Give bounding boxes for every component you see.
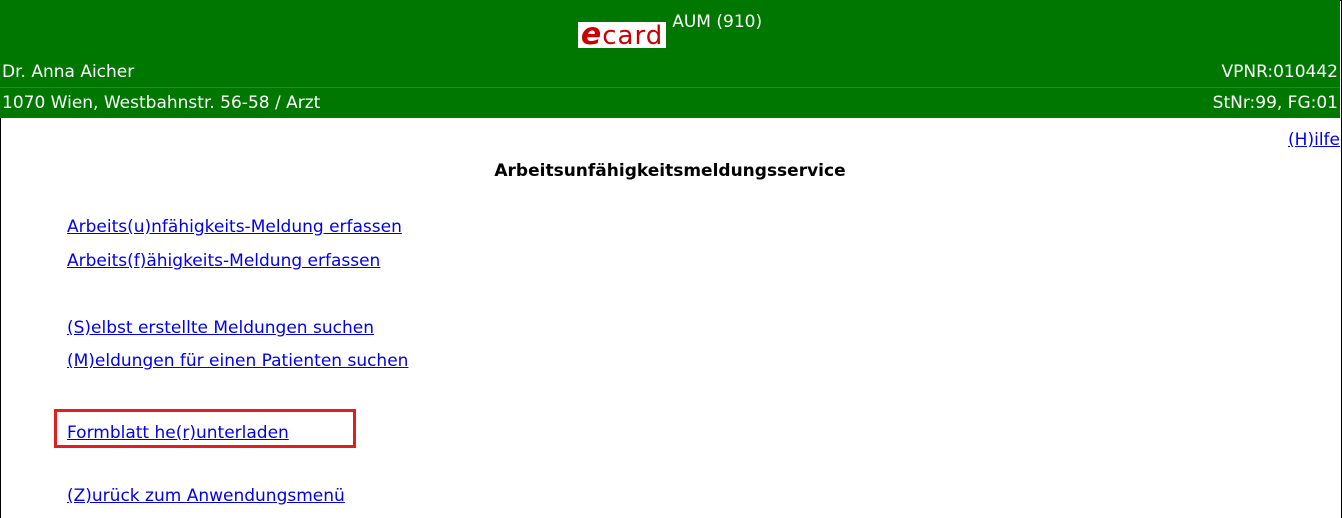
header-row-doctor: Dr. Anna Aicher VPNR:010442 xyxy=(0,58,1340,86)
station-info: StNr:99, FG:01 xyxy=(1212,93,1338,113)
doctor-name: Dr. Anna Aicher xyxy=(2,62,135,82)
ecard-logo-card: card xyxy=(602,21,664,51)
page-title: Arbeitsunfähigkeitsmeldungsservice xyxy=(494,161,846,181)
header-row-address: 1070 Wien, Westbahnstr. 56-58 / Arzt StN… xyxy=(0,89,1340,117)
header-divider xyxy=(0,87,1340,88)
app-code: AUM (910) xyxy=(672,12,763,32)
menu-link-selbst-erstellte-suchen[interactable]: (S)elbst erstellte Meldungen suchen xyxy=(67,318,374,338)
ecard-logo-e: e xyxy=(580,17,603,52)
menu-link-au-meldung-erfassen[interactable]: Arbeits(u)nfähigkeits-Meldung erfassen xyxy=(67,217,402,237)
logo-row: ecard AUM (910) xyxy=(0,6,1340,51)
doctor-address: 1070 Wien, Westbahnstr. 56-58 / Arzt xyxy=(2,93,321,113)
menu-link-zurueck-anwendungsmenu[interactable]: (Z)urück zum Anwendungsmenü xyxy=(67,486,345,506)
vpnr-number: VPNR:010442 xyxy=(1221,62,1338,82)
help-link[interactable]: (H)ilfe xyxy=(1288,130,1340,150)
ecard-logo: ecard xyxy=(577,20,667,51)
app-header: ecard AUM (910) Dr. Anna Aicher VPNR:0104… xyxy=(0,0,1340,118)
menu-link-formblatt-herunterladen[interactable]: Formblatt he(r)unterladen xyxy=(67,423,289,443)
menu-link-meldungen-patient-suchen[interactable]: (M)eldungen für einen Patienten suchen xyxy=(67,351,408,371)
menu-link-af-meldung-erfassen[interactable]: Arbeits(f)ähigkeits-Meldung erfassen xyxy=(67,251,380,271)
